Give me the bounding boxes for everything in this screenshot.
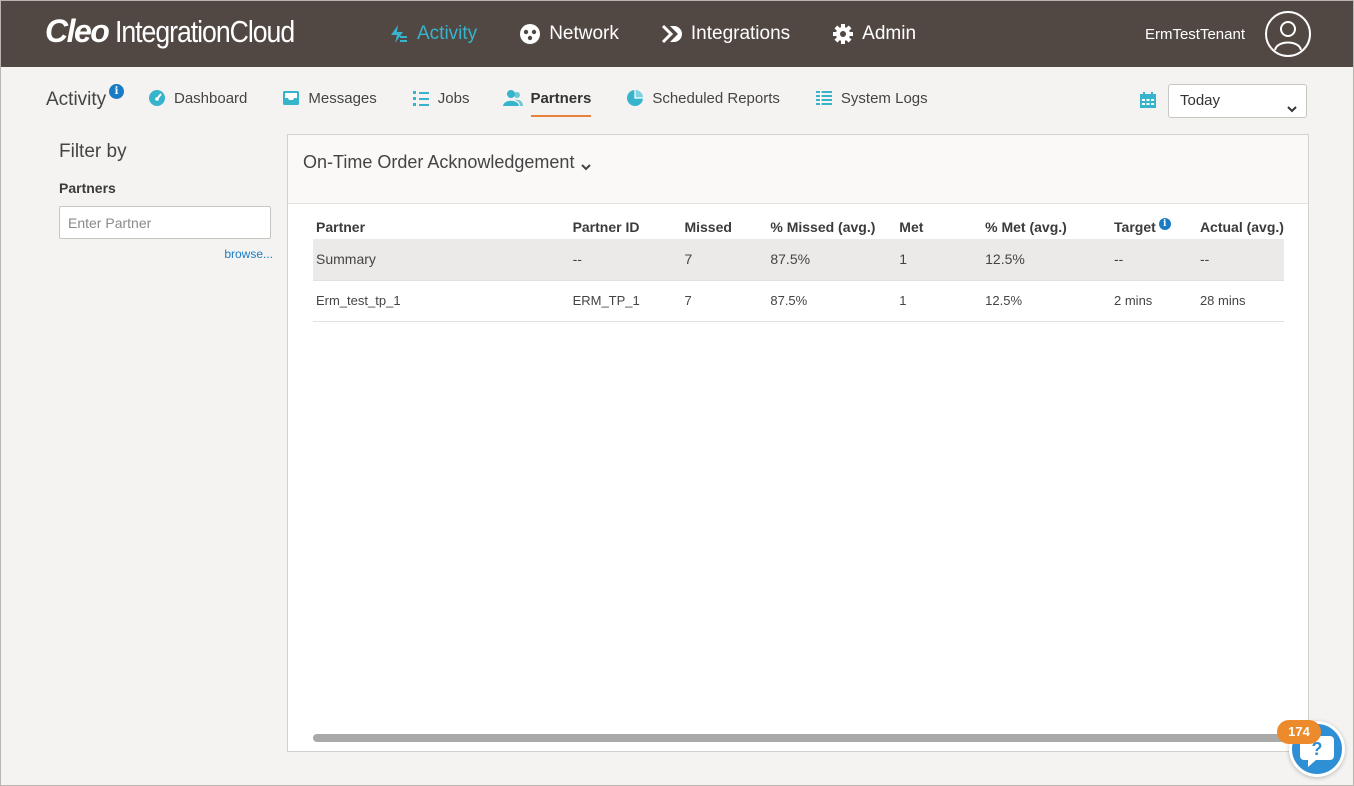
tab-label: Jobs bbox=[437, 89, 470, 107]
tenant-name: ErmTestTenant bbox=[1144, 25, 1245, 43]
tab-label: Dashboard bbox=[174, 89, 248, 107]
partners-table: Partner Partner ID Missed % Missed (avg.… bbox=[313, 215, 1284, 322]
filter-panel: Filter by Partners browse... bbox=[59, 141, 273, 261]
tab-scheduled-reports[interactable]: Scheduled Reports bbox=[625, 81, 780, 115]
info-icon[interactable]: i bbox=[1158, 218, 1171, 230]
tab-label: Messages bbox=[308, 89, 377, 107]
cell-partner: Summary bbox=[313, 239, 570, 281]
messages-icon bbox=[281, 88, 301, 108]
column-header[interactable]: % Missed (avg.) bbox=[767, 215, 896, 239]
top-bar: Cleo IntegrationCloud Activity Network I… bbox=[1, 1, 1353, 67]
main-nav-network[interactable]: Network bbox=[519, 1, 619, 67]
cell-partner: Erm_test_tp_1 bbox=[313, 280, 570, 322]
activity-icon bbox=[387, 23, 409, 45]
activity-tabs: Dashboard Messages Jobs Partners Schedul… bbox=[147, 81, 962, 117]
cell-target: 2 mins bbox=[1111, 280, 1197, 322]
cell-met-pct: 12.5% bbox=[982, 239, 1112, 281]
browse-partners-link[interactable]: browse... bbox=[59, 247, 273, 261]
report-panel: On-Time Order Acknowledgement Partner Pa… bbox=[287, 134, 1309, 752]
report-header: On-Time Order Acknowledgement bbox=[288, 135, 1308, 204]
column-header[interactable]: Partner ID bbox=[570, 215, 682, 239]
main-nav: Activity Network Integrations Admin bbox=[387, 1, 958, 67]
date-range-select[interactable]: Today bbox=[1168, 84, 1307, 118]
jobs-icon bbox=[411, 88, 431, 108]
cell-missed-pct: 87.5% bbox=[767, 280, 897, 322]
system-logs-icon bbox=[814, 88, 834, 108]
logo-brand: Cleo bbox=[45, 13, 110, 49]
cell-target: -- bbox=[1111, 239, 1197, 281]
main-nav-integrations[interactable]: Integrations bbox=[661, 1, 790, 67]
tab-system-logs[interactable]: System Logs bbox=[814, 81, 928, 115]
tab-partners[interactable]: Partners bbox=[503, 81, 592, 117]
chevron-down-icon bbox=[580, 157, 592, 170]
calendar-icon bbox=[1139, 91, 1157, 109]
gear-icon bbox=[832, 23, 854, 45]
column-header[interactable]: % Met (avg.) bbox=[982, 215, 1111, 239]
cell-met: 1 bbox=[896, 239, 983, 281]
section-title: Activity bbox=[46, 89, 107, 110]
cell-actual: -- bbox=[1196, 239, 1284, 281]
column-header[interactable]: Actual (avg.) bbox=[1197, 215, 1284, 239]
tab-label: Scheduled Reports bbox=[652, 89, 780, 107]
main-nav-label: Admin bbox=[862, 23, 917, 44]
dashboard-icon bbox=[147, 88, 167, 108]
integrations-icon bbox=[661, 23, 683, 45]
summary-row: Summary -- 7 87.5% 1 12.5% -- -- bbox=[313, 239, 1284, 281]
partner-search-input[interactable] bbox=[59, 206, 271, 239]
date-range-value: Today bbox=[1180, 92, 1221, 109]
chevron-down-icon bbox=[1286, 95, 1298, 113]
tab-dashboard[interactable]: Dashboard bbox=[147, 81, 247, 115]
report-selector[interactable]: On-Time Order Acknowledgement bbox=[303, 152, 592, 173]
main-nav-admin[interactable]: Admin bbox=[832, 1, 916, 67]
cell-met: 1 bbox=[896, 280, 983, 322]
column-header[interactable]: Met bbox=[896, 215, 982, 239]
cell-partner-id: -- bbox=[569, 239, 682, 281]
tab-label: System Logs bbox=[840, 89, 928, 107]
report-title: On-Time Order Acknowledgement bbox=[303, 152, 575, 172]
column-header-label: Target bbox=[1114, 219, 1156, 235]
pie-chart-icon bbox=[625, 88, 645, 108]
network-icon bbox=[519, 23, 541, 45]
notification-badge: 174 bbox=[1277, 720, 1321, 744]
filter-title: Filter by bbox=[59, 141, 127, 162]
main-nav-label: Activity bbox=[417, 23, 478, 44]
cell-partner-id: ERM_TP_1 bbox=[569, 280, 682, 322]
partners-filter-label: Partners bbox=[59, 180, 116, 196]
cell-missed-pct: 87.5% bbox=[767, 239, 897, 281]
app-logo[interactable]: Cleo IntegrationCloud bbox=[45, 13, 324, 53]
table-header-row: Partner Partner ID Missed % Missed (avg.… bbox=[313, 215, 1284, 239]
tab-messages[interactable]: Messages bbox=[281, 81, 377, 115]
sub-nav: Activity i Dashboard Messages Jobs Partn… bbox=[1, 67, 1353, 127]
cell-actual: 28 mins bbox=[1196, 280, 1284, 322]
user-avatar-icon[interactable] bbox=[1265, 11, 1311, 57]
user-menu[interactable]: ErmTestTenant bbox=[1145, 9, 1311, 59]
main-nav-activity[interactable]: Activity bbox=[387, 1, 477, 67]
main-nav-label: Network bbox=[549, 23, 619, 44]
main-nav-label: Integrations bbox=[690, 23, 791, 44]
cell-missed: 7 bbox=[681, 239, 768, 281]
tab-jobs[interactable]: Jobs bbox=[411, 81, 470, 115]
tab-label: Partners bbox=[530, 89, 592, 107]
info-icon[interactable]: i bbox=[109, 84, 124, 99]
column-header[interactable]: Missed bbox=[681, 215, 767, 239]
partners-icon bbox=[503, 88, 524, 108]
table-row[interactable]: Erm_test_tp_1 ERM_TP_1 7 87.5% 1 12.5% 2… bbox=[313, 280, 1284, 322]
cell-met-pct: 12.5% bbox=[982, 280, 1112, 322]
column-header-target[interactable]: Target i bbox=[1111, 215, 1197, 239]
horizontal-scrollbar[interactable] bbox=[313, 734, 1298, 742]
column-header[interactable]: Partner bbox=[313, 215, 570, 239]
cell-missed: 7 bbox=[681, 280, 768, 322]
logo-product: IntegrationCloud bbox=[115, 14, 295, 49]
